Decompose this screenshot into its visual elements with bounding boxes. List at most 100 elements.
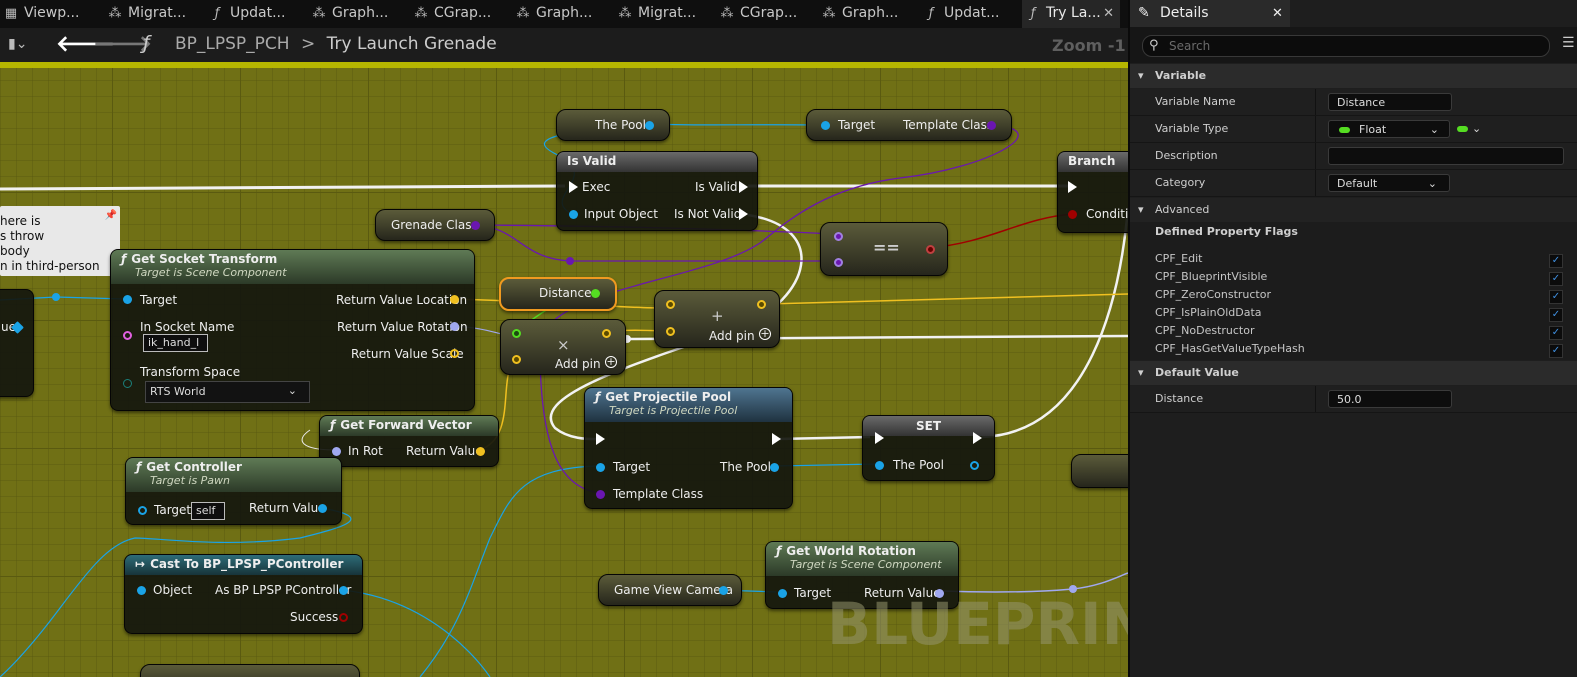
- template-class-getter-node[interactable]: Target Template Class: [806, 109, 1012, 141]
- get-projectile-pool-node[interactable]: ƒ Get Projectile Pool Target is Projectil…: [584, 387, 793, 509]
- flag-checkbox[interactable]: ✓: [1549, 290, 1563, 304]
- advanced-section-header[interactable]: ▾ Advanced: [1130, 198, 1577, 222]
- distance-getter-node[interactable]: Distance: [499, 277, 617, 311]
- add-node[interactable]: + Add pin +: [654, 290, 780, 348]
- grenade-class-getter-node[interactable]: Grenade Class: [375, 209, 495, 241]
- equals-node[interactable]: ==: [820, 222, 948, 276]
- is-not-valid-exec-output[interactable]: [739, 208, 748, 220]
- get-forward-vector-node[interactable]: ƒ Get Forward Vector In Rot Return Value: [319, 415, 499, 467]
- return-scale-pin[interactable]: [450, 349, 459, 358]
- tab-graph-2[interactable]: ⁂ Graph...: [516, 0, 612, 28]
- world-rotation-target-pin[interactable]: [778, 589, 787, 598]
- cast-output-pin[interactable]: [339, 586, 348, 595]
- get-controller-node[interactable]: ƒ Get Controller Target is Pawn Target se…: [125, 457, 342, 525]
- add-pin-label[interactable]: Add pin: [709, 329, 755, 343]
- is-valid-node[interactable]: Is Valid Exec Is Valid Input Object Is N…: [556, 151, 758, 231]
- add-pin-label[interactable]: Add pin: [555, 357, 601, 371]
- game-view-camera-output-pin[interactable]: [719, 586, 728, 595]
- add-pin-icon[interactable]: +: [605, 356, 617, 368]
- multiply-output-pin[interactable]: [602, 329, 611, 338]
- set-the-pool-node[interactable]: SET The Pool: [862, 415, 995, 481]
- exec-input-pin[interactable]: [569, 181, 578, 193]
- return-rotation-pin[interactable]: [450, 322, 459, 331]
- set-exec-input[interactable]: [875, 432, 884, 444]
- input-object-pin[interactable]: [569, 210, 578, 219]
- blueprint-graph-canvas[interactable]: here is s throw body n in third-person 📌…: [0, 68, 1128, 677]
- projectile-pool-exec-input[interactable]: [596, 433, 605, 445]
- socket-name-pin[interactable]: [123, 331, 132, 340]
- self-field[interactable]: self: [191, 502, 225, 520]
- transform-space-pin[interactable]: [123, 379, 132, 388]
- add-input-a[interactable]: [666, 300, 675, 309]
- flag-checkbox[interactable]: ✓: [1549, 272, 1563, 286]
- flag-checkbox[interactable]: ✓: [1549, 308, 1563, 322]
- socket-target-pin[interactable]: [123, 295, 132, 304]
- multiply-input-b[interactable]: [512, 355, 521, 364]
- default-distance-input[interactable]: 50.0: [1328, 390, 1452, 408]
- equals-input-b[interactable]: [834, 258, 843, 267]
- set-the-pool-input[interactable]: [875, 461, 884, 470]
- left-stub-node[interactable]: ue: [0, 289, 34, 397]
- tab-graph[interactable]: ⁂ Graph...: [312, 0, 408, 28]
- transform-space-dropdown[interactable]: RTS World ⌄: [145, 381, 310, 403]
- return-location-pin[interactable]: [450, 295, 459, 304]
- is-valid-exec-output[interactable]: [739, 181, 748, 193]
- tab-migrate-graph-2[interactable]: ⁂ Migrat...: [618, 0, 714, 28]
- close-icon[interactable]: ✕: [1103, 0, 1114, 27]
- get-socket-transform-node[interactable]: ƒ Get Socket Transform Target is Scene Co…: [110, 249, 475, 411]
- details-tab[interactable]: ✎ Details ✕: [1130, 0, 1290, 27]
- search-input[interactable]: ⚲ Search: [1142, 35, 1550, 57]
- flag-checkbox[interactable]: ✓: [1549, 326, 1563, 340]
- bookmark-icon[interactable]: ▮⌄: [8, 36, 27, 52]
- template-class-output-pin[interactable]: [987, 121, 996, 130]
- category-combobox[interactable]: Default ⌄: [1328, 174, 1450, 192]
- breadcrumb-function[interactable]: Try Launch Grenade: [327, 34, 497, 54]
- equals-output-pin[interactable]: [926, 245, 935, 254]
- socket-name-field[interactable]: ik_hand_l: [143, 334, 208, 352]
- comment-box[interactable]: here is s throw body n in third-person 📌: [0, 206, 120, 276]
- branch-exec-input[interactable]: [1068, 181, 1077, 193]
- tab-update-function-2[interactable]: ƒ Updat...: [924, 0, 1020, 28]
- tab-update-function[interactable]: ƒ Updat...: [210, 0, 306, 28]
- add-pin-icon[interactable]: +: [759, 328, 771, 340]
- tab-viewport[interactable]: ▦ Viewp...: [4, 0, 100, 28]
- tab-try-launch-grenade[interactable]: ƒ Try La... ✕: [1022, 0, 1120, 28]
- get-controller-return-pin[interactable]: [318, 504, 327, 513]
- set-the-pool-output[interactable]: [970, 461, 979, 470]
- template-class-input-pin[interactable]: [596, 490, 605, 499]
- condition-input-pin[interactable]: [1068, 210, 1077, 219]
- in-rot-pin[interactable]: [332, 447, 341, 456]
- breadcrumb-blueprint[interactable]: BP_LPSP_PCH: [175, 34, 290, 54]
- tab-cgraph-2[interactable]: ⁂ CGrap...: [720, 0, 816, 28]
- multiply-node[interactable]: × Add pin +: [500, 319, 626, 375]
- game-view-camera-getter-node[interactable]: Game View Camera: [598, 574, 742, 606]
- cast-to-pcontroller-node[interactable]: ↦ Cast To BP_LPSP_PController Object As B…: [124, 554, 363, 634]
- container-type-dropdown[interactable]: ⌄: [1457, 116, 1481, 142]
- the-pool-getter-node[interactable]: The Pool: [556, 109, 670, 141]
- projectile-pool-exec-output[interactable]: [772, 433, 781, 445]
- add-input-b[interactable]: [666, 327, 675, 336]
- grenade-class-output-pin[interactable]: [471, 221, 480, 230]
- default-value-section-header[interactable]: ▾ Default Value: [1130, 361, 1577, 385]
- tab-migrate-graph[interactable]: ⁂ Migrat...: [108, 0, 204, 28]
- tab-graph-3[interactable]: ⁂ Graph...: [822, 0, 918, 28]
- close-icon[interactable]: ✕: [1272, 0, 1283, 27]
- pin-icon[interactable]: 📌: [105, 208, 117, 223]
- variable-name-input[interactable]: Distance: [1328, 93, 1452, 111]
- the-pool-output-pin[interactable]: [645, 121, 654, 130]
- flag-checkbox[interactable]: ✓: [1549, 254, 1563, 268]
- equals-input-a[interactable]: [834, 232, 843, 241]
- tab-cgraph[interactable]: ⁂ CGrap...: [414, 0, 510, 28]
- branch-node[interactable]: Branch Conditio: [1057, 151, 1128, 233]
- cast-success-pin[interactable]: [339, 613, 348, 622]
- add-output-pin[interactable]: [757, 300, 766, 309]
- flag-checkbox[interactable]: ✓: [1549, 344, 1563, 358]
- variable-section-header[interactable]: ▾ Variable: [1130, 64, 1577, 88]
- variable-type-dropdown[interactable]: Float ⌄: [1328, 120, 1450, 138]
- description-input[interactable]: [1328, 147, 1564, 165]
- target-input-pin[interactable]: [821, 121, 830, 130]
- multiply-input-a[interactable]: [512, 329, 521, 338]
- right-stub-node[interactable]: [1071, 454, 1128, 488]
- get-controller-target-pin[interactable]: [138, 506, 147, 515]
- projectile-pool-target-pin[interactable]: [596, 463, 605, 472]
